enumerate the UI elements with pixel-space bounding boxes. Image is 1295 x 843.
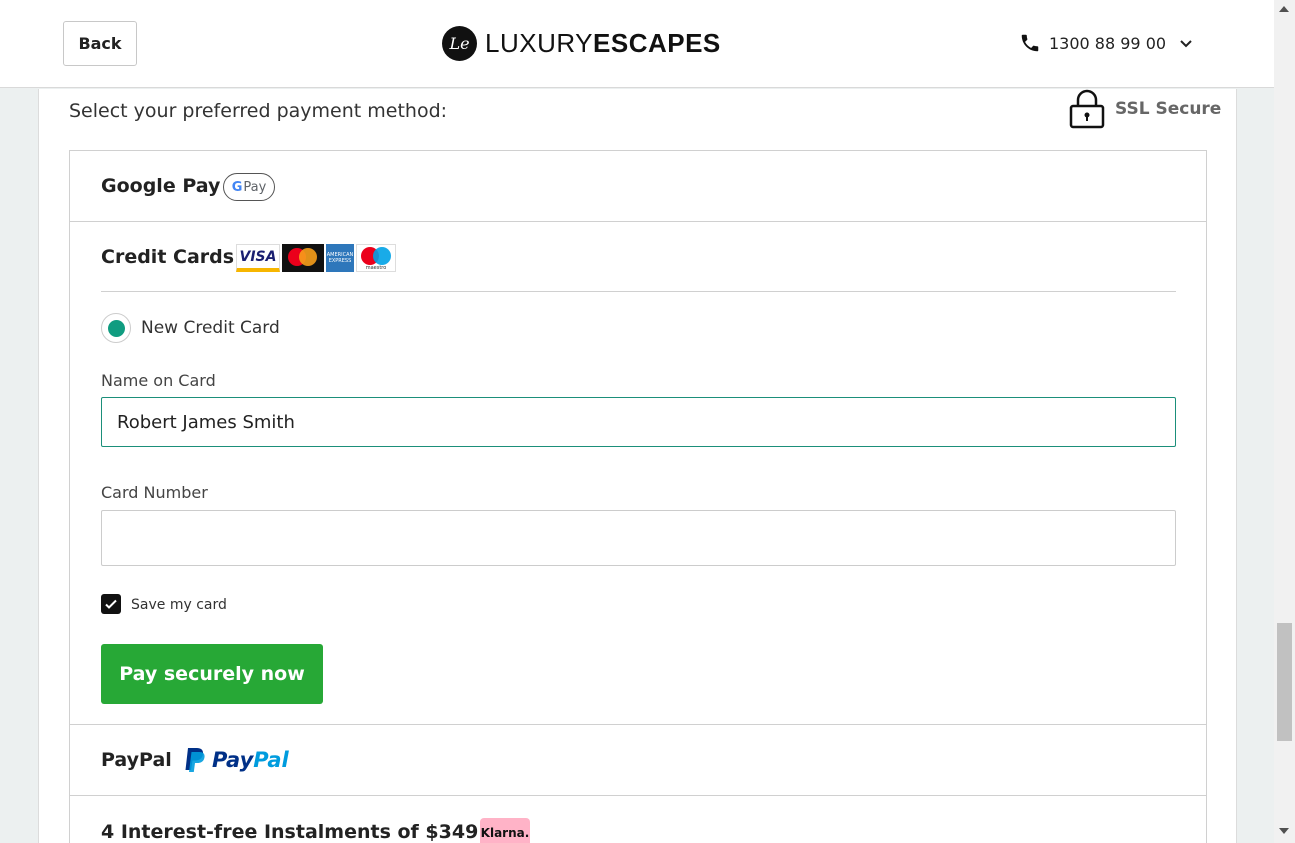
- logo-text-light: LUXURY: [485, 27, 594, 58]
- phone-number: 1300 88 99 00: [1049, 33, 1167, 53]
- back-button[interactable]: Back: [63, 21, 137, 66]
- card-number-input[interactable]: [101, 510, 1176, 566]
- klarna-badge-icon: Klarna.: [480, 818, 530, 843]
- scrollbar-thumb[interactable]: [1277, 623, 1292, 741]
- amex-icon: AMERICAN EXPRESS: [326, 244, 354, 272]
- mastercard-icon: [282, 244, 324, 272]
- logo-mark-icon: Le: [442, 25, 477, 61]
- new-credit-card-label[interactable]: New Credit Card: [141, 318, 280, 338]
- phone-contact[interactable]: 1300 88 99 00: [1019, 31, 1194, 55]
- save-card-checkbox[interactable]: [101, 594, 121, 614]
- name-on-card-label: Name on Card: [101, 371, 216, 390]
- payment-methods-list: Google Pay G Pay Credit Cards VISA AMERIC…: [69, 150, 1207, 843]
- logo-text-bold: ESCAPES: [593, 27, 721, 58]
- top-header: Back Le LUXURYESCAPES 1300 88 99 00: [0, 0, 1274, 88]
- paypal-logo-pal: Pal: [253, 748, 289, 772]
- klarna-instalments-label: 4 Interest-free Instalments of $349.50: [101, 821, 512, 843]
- paypal-label: PayPal: [101, 749, 172, 771]
- name-on-card-input[interactable]: [101, 397, 1176, 447]
- payment-method-prompt: Select your preferred payment method:: [69, 100, 448, 122]
- logo-text: LUXURYESCAPES: [485, 28, 721, 59]
- klarna-option[interactable]: 4 Interest-free Instalments of $349.50 K…: [70, 796, 1206, 843]
- paypal-logo: PayPal: [183, 745, 289, 775]
- paypal-logo-pay: Pay: [212, 748, 254, 772]
- radio-selected-dot: [107, 319, 125, 337]
- chevron-down-icon[interactable]: [1178, 35, 1194, 51]
- page-scrollbar[interactable]: [1274, 0, 1295, 843]
- google-pay-badge-icon: G Pay: [223, 173, 275, 201]
- maestro-icon: maestro: [356, 244, 396, 272]
- google-pay-option[interactable]: Google Pay G Pay: [70, 151, 1206, 222]
- credit-cards-option: Credit Cards VISA AMERICAN EXPRESS maest…: [70, 222, 1206, 725]
- scroll-up-arrow-icon[interactable]: [1279, 6, 1289, 12]
- paypal-option[interactable]: PayPal PayPal: [70, 725, 1206, 796]
- paypal-mark-icon: [185, 748, 205, 772]
- scroll-down-arrow-icon[interactable]: [1279, 828, 1289, 834]
- phone-icon: [1021, 34, 1039, 52]
- google-pay-label: Google Pay: [101, 175, 221, 197]
- ssl-secure-indicator: SSL Secure: [1069, 89, 1221, 129]
- credit-cards-label: Credit Cards: [101, 246, 235, 268]
- luxury-escapes-logo[interactable]: Le LUXURYESCAPES: [442, 25, 721, 61]
- card-number-label: Card Number: [101, 483, 208, 502]
- google-pay-badge-text: Pay: [243, 179, 267, 195]
- pay-securely-button[interactable]: Pay securely now: [101, 644, 323, 704]
- amex-text-bottom: EXPRESS: [328, 258, 352, 264]
- save-card-label[interactable]: Save my card: [131, 597, 227, 613]
- payment-panel: Select your preferred payment method: SS…: [38, 89, 1237, 843]
- card-brands: VISA AMERICAN EXPRESS maestro: [236, 244, 398, 272]
- maestro-text: maestro: [365, 265, 387, 271]
- divider: [101, 291, 1176, 292]
- visa-icon: VISA: [236, 244, 280, 272]
- new-credit-card-radio[interactable]: [101, 313, 131, 343]
- google-pay-badge-g: G: [231, 179, 243, 195]
- checkmark-icon: [105, 599, 117, 609]
- ssl-secure-label: SSL Secure: [1115, 99, 1222, 119]
- lock-icon: [1069, 89, 1105, 129]
